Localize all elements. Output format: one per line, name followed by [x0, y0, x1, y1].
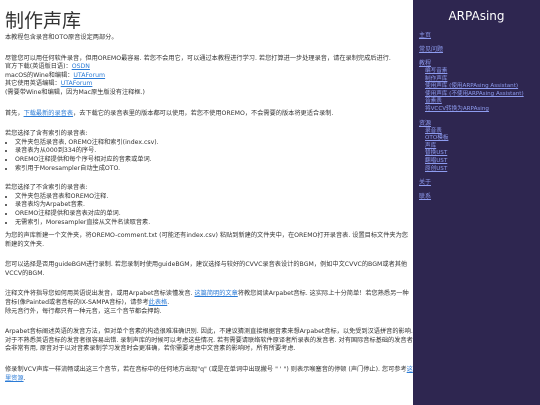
article-link[interactable]: 这篇简明的文章	[194, 290, 237, 297]
tools-paragraph: 尽管您可以用任何软件录音，但用OREMO最容易. 若您不会用它，可以通过本教程进…	[5, 54, 391, 62]
intro-text: 本教程包含录音和OTO原音设定两部分。	[5, 34, 118, 41]
sidebar-item-vccv-convert[interactable]: 将VCCV转换为ARPAsing	[425, 106, 534, 114]
tools-note: (需要带Wine和编辑，因为Mac原生版没有注释框.)	[5, 88, 145, 96]
osdn-link[interactable]: OSDN	[72, 63, 90, 70]
noindex-reclist-title: 若您选择了不含索引的录音表:	[5, 184, 88, 192]
site-brand[interactable]: ARPAsing	[419, 8, 534, 24]
list-item: OREMO注释提供和每个序号相对应的音素或单词.	[15, 156, 413, 165]
sidebar-item-replace-ust[interactable]: 替换UST	[425, 150, 534, 158]
sidebar-submenu-resources: 录音表 OTO模板 声库 替换UST 翻唱UST 原创UST	[419, 128, 534, 174]
arpabet-paragraph: Arpabet音标阐述英语的发音方法，但对单个音素的构造很难准确识别. 因此，不…	[5, 328, 413, 353]
table-link[interactable]: 此表格	[149, 299, 168, 306]
page-title: 制作声库	[5, 10, 82, 32]
notes-paragraph-2: 除元音行外，每行都只有一种元音，这三个音节都会押韵.	[5, 307, 162, 315]
command-paragraph: 修录制VCV声库一样流畅或出这三个音节，若在音标中的任何地方出现"q" (或是在…	[5, 366, 413, 382]
tool-line: 官方下载(英语版日语)：OSDN	[5, 63, 90, 71]
reclist-paragraph: 为您的声库新建一个文件夹，将OREMO-comment.txt (可能还有ind…	[5, 232, 408, 248]
list-item: 索引用于Moresampler自动生成OTO.	[15, 165, 413, 174]
sidebar-item-original-ust[interactable]: 原创UST	[425, 166, 534, 174]
first-paragraph: 首先，下载最新的录音表，去下载它的录音表里的版本都可以使用，若您不使用OREMO…	[5, 109, 334, 117]
sidebar-submenu-tutorials: 编写音素 制作声库 使用声库 (使用ARPAsing Assistant) 使用…	[419, 68, 534, 114]
sidebar-item-about[interactable]: 关于	[419, 179, 534, 187]
list-item: 录音表为从000到334的序号.	[15, 147, 413, 156]
sidebar-item-cover-ust[interactable]: 翻唱UST	[425, 158, 534, 166]
notes-paragraph: 注释文件将指导您如何用英语说出发音，或用Arpabet音标读懂发音. 这篇简明的…	[5, 290, 409, 307]
download-reclist-link[interactable]: 下载最新的录音表	[24, 110, 74, 117]
main-content: 制作声库 本教程包含录音和OTO原音设定两部分。 尽管您可以用任何软件录音，但用…	[0, 0, 413, 405]
sidebar-item-tutorials[interactable]: 教程	[419, 60, 534, 68]
sidebar-item-faq[interactable]: 常见问题	[419, 46, 534, 54]
index-reclist-title: 若您选择了含有索引的录音表:	[5, 130, 88, 138]
utaforum-link[interactable]: UTAForum	[73, 72, 105, 79]
sidebar-item-use-voicebank-assistant[interactable]: 使用声库 (使用ARPAsing Assistant)	[425, 83, 534, 91]
sidebar-item-phoneme-table[interactable]: 音素表	[425, 98, 534, 106]
index-reclist-list: 文件夹包括录音表, OREMO注释和索引(index.csv). 录音表为从00…	[5, 139, 413, 173]
list-item: 录音表均为Arpabet音素.	[15, 201, 413, 210]
sidebar-item-home[interactable]: 主页	[419, 32, 534, 40]
sidebar-item-contact[interactable]: 联系	[419, 193, 534, 201]
sidebar-item-write-phonemes[interactable]: 编写音素	[425, 68, 534, 76]
bgm-paragraph: 您可以选择是否用guideBGM进行录制. 若您录制时使用guideBGM，建议…	[5, 261, 408, 277]
noindex-reclist-list: 文件夹包括录音表和OREMO注释. 录音表均为Arpabet音素. OREMO注…	[5, 193, 413, 227]
list-item: 无需索引，Moresampler直接从文件名读取音素.	[15, 219, 413, 228]
list-item: OREMO注释提供和录音表对应的单词.	[15, 210, 413, 219]
tool-line: 其它使用英语编辑：UTAForum	[5, 80, 93, 88]
sidebar-item-oto-template[interactable]: OTO模板	[425, 135, 534, 143]
sidebar-item-resources[interactable]: 资源	[419, 120, 534, 128]
sidebar: ARPAsing 主页 常见问题 教程 编写音素 制作声库 使用声库 (使用AR…	[413, 0, 540, 405]
utaforum-link[interactable]: UTAForum	[61, 80, 93, 87]
